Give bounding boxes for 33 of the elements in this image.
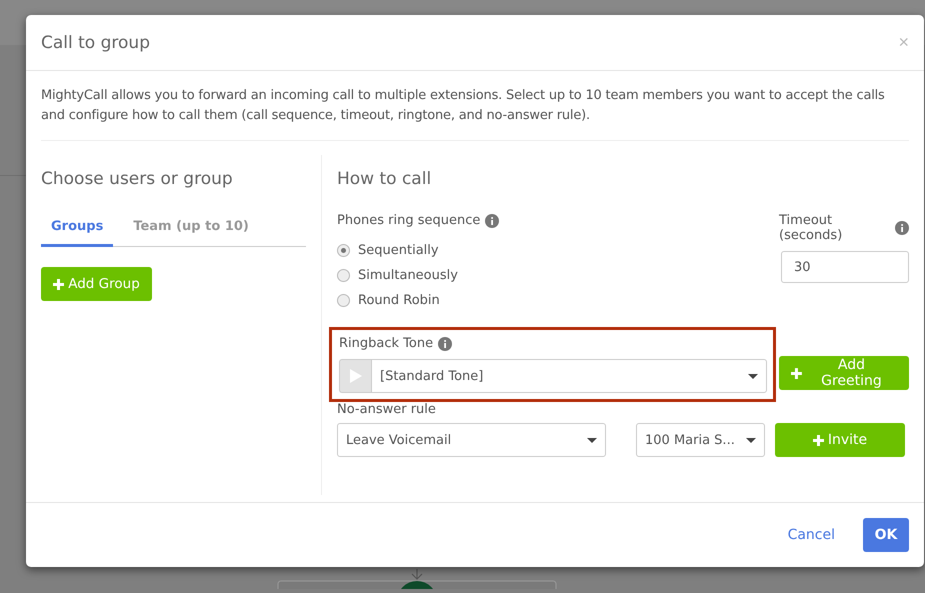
dialog-title: Call to group xyxy=(41,32,150,52)
plus-icon xyxy=(53,278,64,290)
tab[interactable]: Groups xyxy=(41,213,114,247)
plus-icon xyxy=(812,434,824,446)
caret-icon xyxy=(587,438,597,442)
info-icon xyxy=(485,214,500,228)
invite-button[interactable]: Invite xyxy=(775,423,905,457)
timeout-input[interactable]: 30 xyxy=(781,251,909,283)
caret-icon xyxy=(748,374,758,378)
radio-option[interactable]: Simultaneously xyxy=(337,263,500,288)
tab[interactable]: Team (up to 10) xyxy=(123,213,259,247)
cancel-button[interactable]: Cancel xyxy=(782,526,841,544)
section-heading: How to call xyxy=(337,169,432,189)
play-button[interactable] xyxy=(339,359,371,393)
field-label: Ringback Tone xyxy=(339,336,434,351)
info-icon xyxy=(895,221,909,235)
caret-icon xyxy=(746,438,756,442)
ringback-select[interactable]: [Standard Tone] xyxy=(371,359,767,393)
play-icon xyxy=(350,369,362,383)
field-label: Timeout (seconds) xyxy=(779,213,844,243)
field-label: No-answer rule xyxy=(337,402,436,417)
ok-button[interactable]: OK xyxy=(863,518,909,552)
no-answer-select[interactable]: Leave Voicemail xyxy=(337,423,606,457)
radio-option[interactable]: Sequentially xyxy=(337,238,500,263)
add-greeting-button[interactable]: Add Greeting xyxy=(779,356,909,390)
field-label: Phones ring sequence xyxy=(337,213,480,228)
target-select[interactable]: 100 Maria S... xyxy=(636,423,765,457)
description-text: MightyCall allows you to forward an incoming call to multiple extensions. Select up to 10 team members you want to accept the calls and configure how to call them (call sequence, timeout, ringtone, and no-answer rule). xyxy=(41,86,909,141)
radio-option[interactable]: Round Robin xyxy=(337,288,500,313)
info-icon xyxy=(438,336,452,350)
add-group-button[interactable]: Add Group xyxy=(41,267,152,301)
section-heading: Choose users or group xyxy=(41,169,234,189)
plus-icon xyxy=(791,368,802,378)
